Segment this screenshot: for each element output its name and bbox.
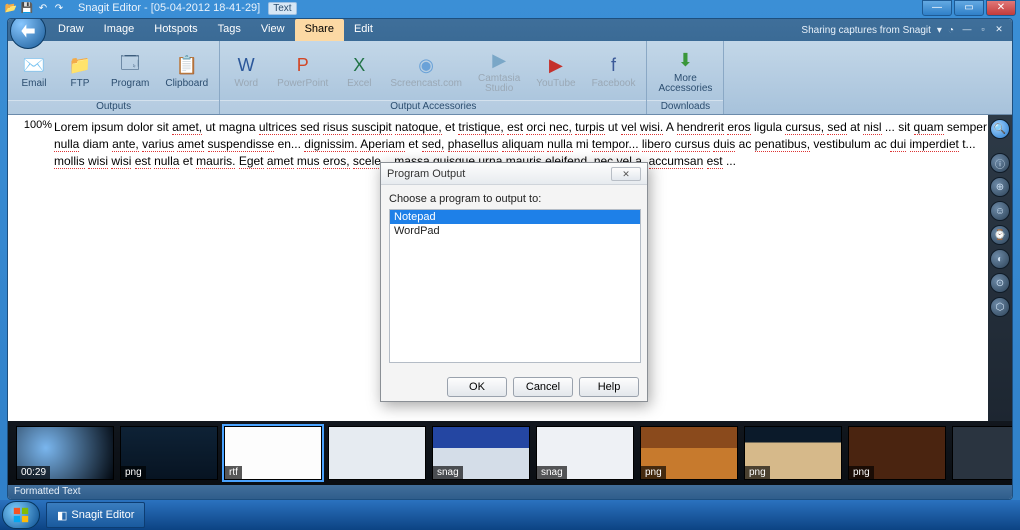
menu-edit[interactable]: Edit <box>344 19 383 41</box>
word-icon: W <box>233 53 259 79</box>
redo-icon[interactable]: ↷ <box>52 1 66 15</box>
ok-button[interactable]: OK <box>447 377 507 397</box>
start-button[interactable] <box>2 501 40 529</box>
tray-thumbnail[interactable]: png <box>640 426 738 480</box>
undo-icon[interactable]: ↶ <box>36 1 50 15</box>
save-icon[interactable]: 💾 <box>20 1 34 15</box>
ribbon-group-label: Output Accessories <box>220 100 646 114</box>
powerpoint-button[interactable]: PPowerPoint <box>270 50 335 92</box>
word-button[interactable]: WWord <box>224 50 268 92</box>
tray-thumbnail[interactable]: png <box>848 426 946 480</box>
mdi-restore[interactable]: ▫ <box>976 24 990 36</box>
menu-draw[interactable]: Draw <box>48 19 94 41</box>
menu-share[interactable]: Share <box>295 19 344 41</box>
dialog-prompt: Choose a program to output to: <box>389 193 639 205</box>
ribbon-group-label: Downloads <box>647 100 723 114</box>
status-bar: Formatted Text <box>8 485 1012 499</box>
program-output-dialog: Program Output ✕ Choose a program to out… <box>380 162 648 402</box>
program-icon: 🗔 <box>117 53 143 79</box>
maximize-button[interactable]: ▭ <box>954 0 984 16</box>
camtasia-button[interactable]: ▶CamtasiaStudio <box>471 45 527 97</box>
program-button[interactable]: 🗔Program <box>104 50 156 92</box>
program-list-item[interactable]: WordPad <box>390 224 640 238</box>
side-tool-0[interactable]: 🔍 <box>990 119 1010 139</box>
side-tool-5[interactable]: ⌚ <box>990 225 1010 245</box>
program-list[interactable]: NotepadWordPad <box>389 209 641 363</box>
youtube-button[interactable]: ▶YouTube <box>529 50 582 92</box>
powerpoint-icon: P <box>290 53 316 79</box>
tray-thumbnail[interactable]: png <box>744 426 842 480</box>
camtasia-icon: ▶ <box>486 48 512 74</box>
side-tool-3[interactable]: ⊕ <box>990 177 1010 197</box>
tray-thumbnail[interactable]: rtf <box>224 426 322 480</box>
screencast-icon: ◉ <box>413 53 439 79</box>
menu-hotspots[interactable]: Hotspots <box>144 19 207 41</box>
side-toolstrip: 🔍 ⓘ ⊕ ☺ ⌚ ◐ ⊙ ⬡ <box>988 115 1012 421</box>
menu-image[interactable]: Image <box>94 19 145 41</box>
menu-tags[interactable]: Tags <box>208 19 251 41</box>
help-button[interactable]: Help <box>579 377 639 397</box>
side-tool-6[interactable]: ◐ <box>990 249 1010 269</box>
youtube-icon: ▶ <box>543 53 569 79</box>
side-tool-2[interactable]: ⓘ <box>990 153 1010 173</box>
tray-thumbnail[interactable]: png <box>120 426 218 480</box>
folder-icon[interactable]: 📂 <box>4 1 18 15</box>
help-link[interactable]: Sharing captures from Snagit <box>801 25 931 36</box>
minimize-button[interactable]: — <box>922 0 952 16</box>
screencast-button[interactable]: ◉Screencast.com <box>383 50 469 92</box>
cancel-button[interactable]: Cancel <box>513 377 573 397</box>
email-icon: ✉️ <box>21 53 47 79</box>
excel-button[interactable]: XExcel <box>337 50 381 92</box>
more-accessories-button[interactable]: ⬇MoreAccessories <box>651 45 719 97</box>
tray-thumbnail[interactable]: snag <box>536 426 634 480</box>
side-tool-4[interactable]: ☺ <box>990 201 1010 221</box>
zoom-level: 100% <box>8 115 54 421</box>
side-tool-7[interactable]: ⊙ <box>990 273 1010 293</box>
clipboard-button[interactable]: 📋Clipboard <box>158 50 215 92</box>
tray-thumbnail[interactable]: 00:29 <box>16 426 114 480</box>
capture-tray: 00:29pngrtfsnagsnagpngpngpng <box>8 421 1012 485</box>
menu-bar: DrawImageHotspotsTagsViewShareEdit Shari… <box>8 19 1012 41</box>
ftp-button[interactable]: 📁FTP <box>58 50 102 92</box>
program-list-item[interactable]: Notepad <box>390 210 640 224</box>
taskbar-app-button[interactable]: ◧ Snagit Editor <box>46 502 145 528</box>
close-button[interactable]: ✕ <box>986 0 1016 16</box>
more-accessories-icon: ⬇ <box>672 48 698 74</box>
side-tool-8[interactable]: ⬡ <box>990 297 1010 317</box>
dialog-title: Program Output <box>387 168 465 180</box>
excel-icon: X <box>346 53 372 79</box>
mdi-minimize[interactable]: — <box>960 24 974 36</box>
side-tool-1 <box>990 143 1010 149</box>
tray-thumbnail[interactable]: snag <box>432 426 530 480</box>
menu-view[interactable]: View <box>251 19 295 41</box>
facebook-icon: f <box>601 53 627 79</box>
email-button[interactable]: ✉️Email <box>12 50 56 92</box>
ftp-icon: 📁 <box>67 53 93 79</box>
help-dropdown-icon[interactable]: ▾ <box>937 25 942 36</box>
help-icon[interactable]: ◔ <box>948 25 954 36</box>
clipboard-icon: 📋 <box>174 53 200 79</box>
mdi-close[interactable]: ✕ <box>992 24 1006 36</box>
tray-thumbnail[interactable] <box>952 426 1012 480</box>
document-type-badge: Text <box>268 2 296 15</box>
dialog-close-button[interactable]: ✕ <box>611 167 641 181</box>
ribbon-group-label: Outputs <box>8 100 219 114</box>
ribbon: ✉️Email📁FTP🗔Program📋Clipboard Outputs WWor… <box>8 41 1012 115</box>
facebook-button[interactable]: fFacebook <box>585 50 643 92</box>
tray-thumbnail[interactable] <box>328 426 426 480</box>
app-icon: ◧ <box>57 509 67 522</box>
window-title: Snagit Editor - [05-04-2012 18-41-29] <box>78 2 260 14</box>
